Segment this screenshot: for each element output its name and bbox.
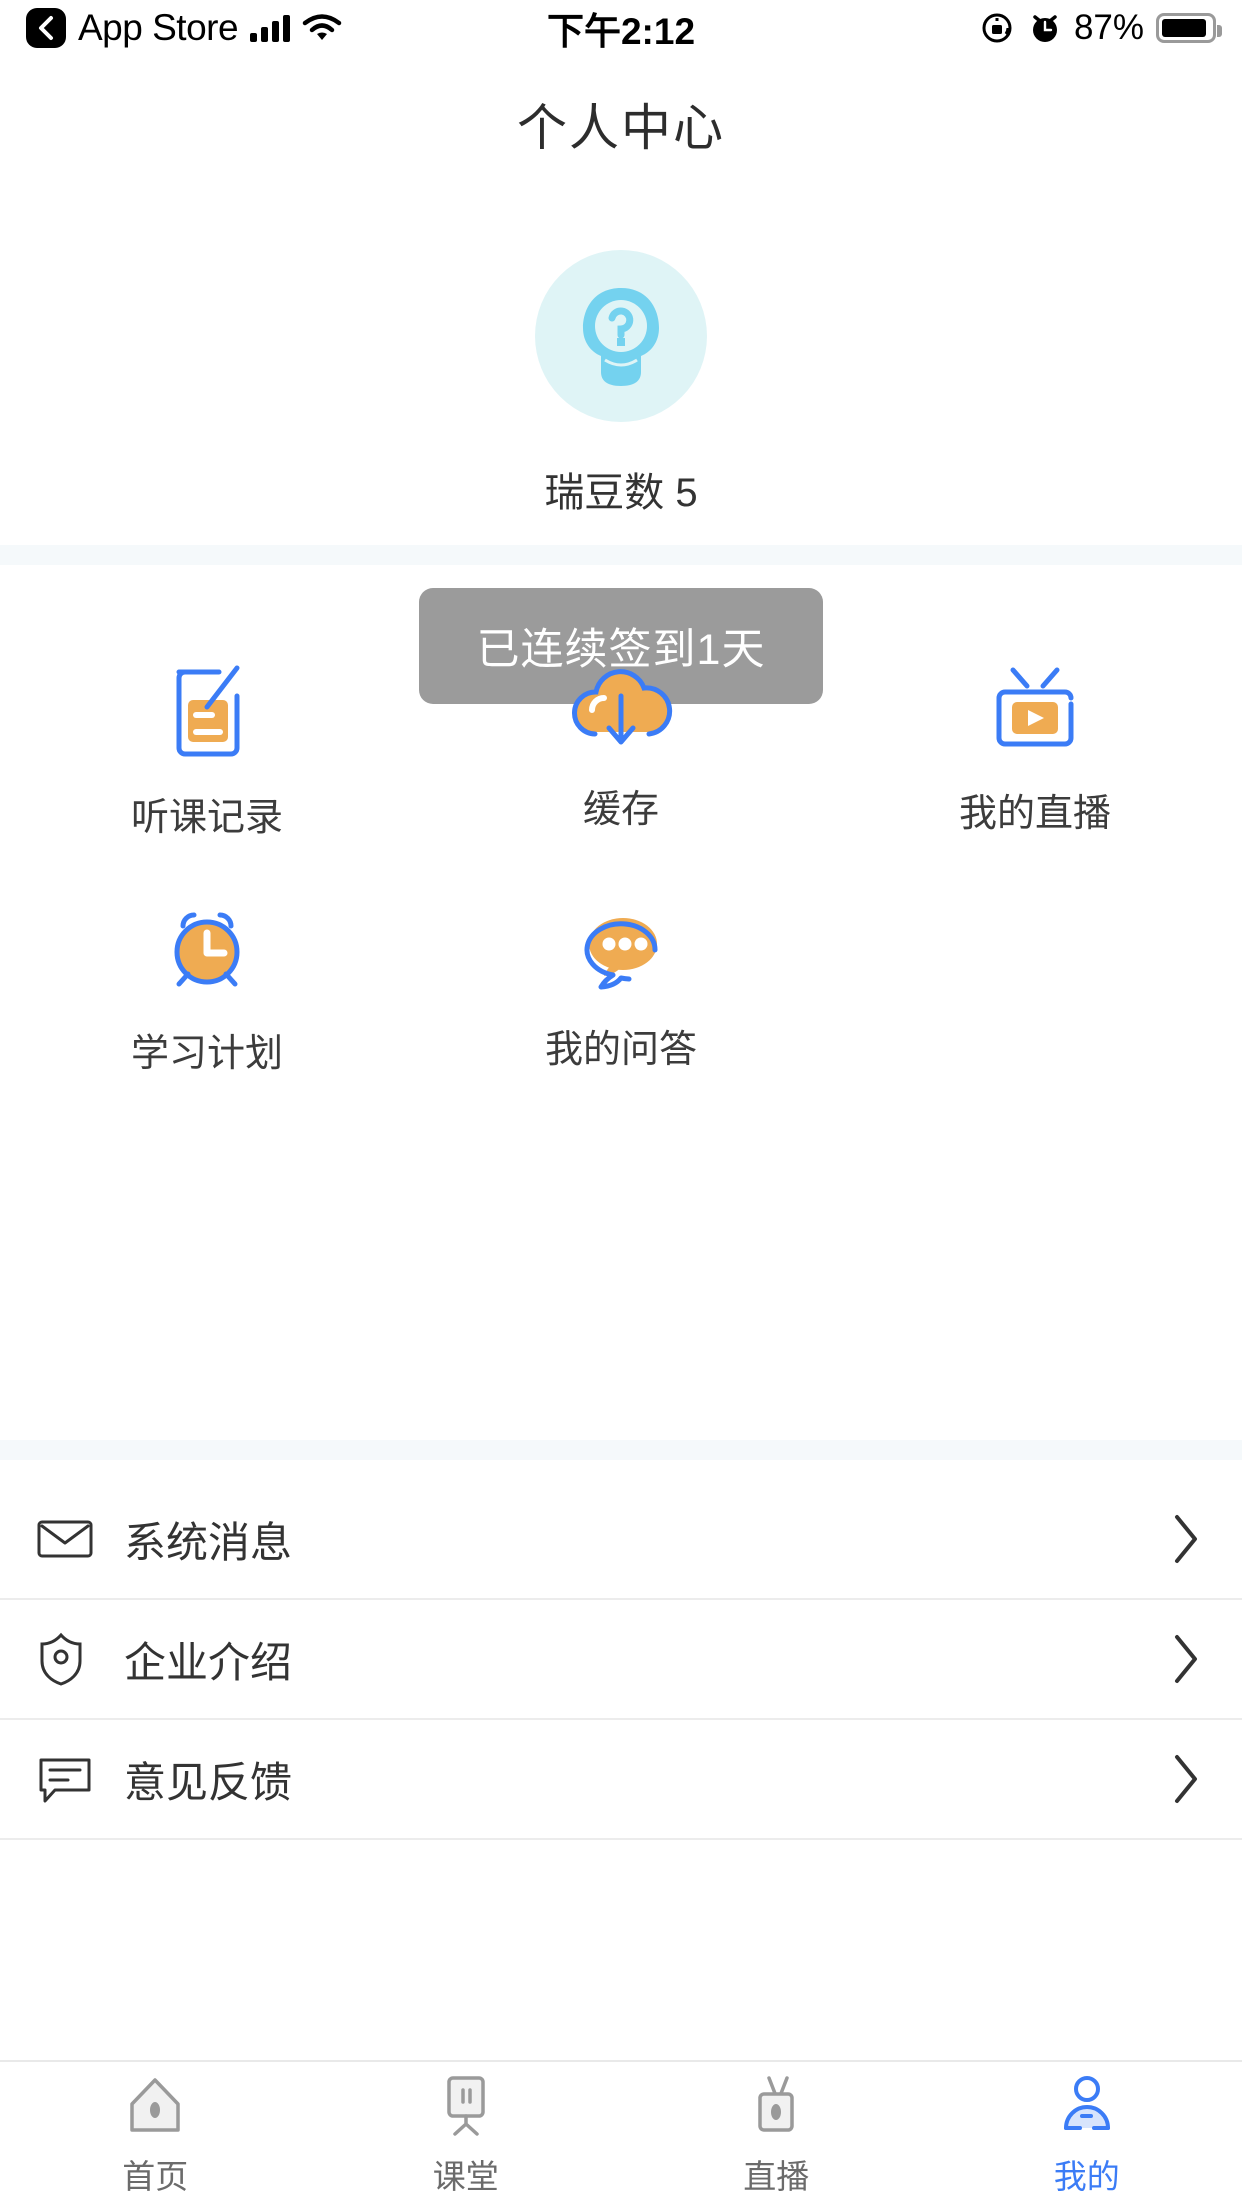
- grid-item-label: 学习计划: [130, 1033, 283, 1075]
- envelope-icon: [36, 1517, 98, 1561]
- feature-grid-row: 听课记录 缓存 我的直播: [0, 600, 1242, 840]
- list-item-system-messages[interactable]: 系统消息: [0, 1480, 1242, 1600]
- alarm-clock-icon: [1032, 15, 1057, 42]
- bean-count-label: 瑞豆数 5: [544, 471, 698, 515]
- person-icon: [1054, 2072, 1120, 2138]
- status-bar-right: 87%: [980, 8, 1222, 48]
- list-item-feedback[interactable]: 意见反馈: [0, 1720, 1242, 1840]
- status-bar-left: App Store: [26, 7, 342, 49]
- chevron-right-icon: [1175, 1515, 1197, 1563]
- shield-icon: [36, 1631, 98, 1687]
- grid-item-label: 我的直播: [958, 793, 1111, 835]
- alarm-clock-icon: [155, 900, 259, 1000]
- avatar-question-icon: [583, 288, 659, 386]
- grid-item-label: 我的问答: [544, 1029, 697, 1071]
- live-tv-icon: [743, 2072, 809, 2138]
- tab-label: 首页: [122, 2158, 189, 2195]
- classroom-board-icon: [433, 2072, 499, 2138]
- tab-classroom[interactable]: 课堂: [311, 2062, 622, 2208]
- rotation-lock-icon: [982, 13, 1012, 43]
- grid-item-empty: [828, 840, 1242, 1080]
- chevron-right-icon: [1175, 1635, 1197, 1683]
- grid-item-cache[interactable]: 缓存: [414, 600, 828, 840]
- status-bar: App Store 下午2:12 87%: [0, 0, 1242, 56]
- wifi-icon: [302, 14, 342, 40]
- grid-item-listening-records[interactable]: 听课记录: [0, 600, 414, 840]
- battery-icon: [1156, 13, 1222, 43]
- section-divider-middle: [0, 1440, 1242, 1460]
- chat-bubble-dots-icon: [569, 900, 673, 996]
- tab-home[interactable]: 首页: [0, 2062, 311, 2208]
- list-item-label: 企业介绍: [124, 1638, 293, 1686]
- grid-item-label: 缓存: [582, 789, 659, 831]
- home-icon: [122, 2072, 188, 2138]
- tv-play-icon: [981, 660, 1089, 760]
- tab-label: 直播: [743, 2158, 810, 2195]
- list-item-label: 系统消息: [124, 1518, 293, 1566]
- tab-live[interactable]: 直播: [621, 2062, 932, 2208]
- tab-label: 我的: [1053, 2158, 1120, 2195]
- grid-item-study-plan[interactable]: 学习计划: [0, 840, 414, 1080]
- cellular-signal-icon: [250, 14, 291, 42]
- tab-label: 课堂: [432, 2158, 499, 2195]
- bottom-tab-bar: 首页 课堂 直播 我的: [0, 2060, 1242, 2208]
- tab-mine[interactable]: 我的: [932, 2062, 1242, 2208]
- page-title: 个人中心: [517, 100, 725, 156]
- cloud-download-icon: [567, 660, 675, 756]
- chevron-left-icon: [39, 16, 53, 40]
- notebook-pen-icon: [157, 660, 257, 764]
- grid-item-my-qa[interactable]: 我的问答: [414, 840, 828, 1080]
- grid-item-label: 听课记录: [130, 797, 283, 839]
- chevron-right-icon: [1175, 1755, 1197, 1803]
- battery-percent-label: 87%: [1073, 8, 1144, 47]
- back-to-app-store-button[interactable]: [26, 8, 66, 48]
- feature-grid: 听课记录 缓存 我的直播 学习计划 我的问答: [0, 600, 1242, 1080]
- avatar[interactable]: [535, 250, 707, 422]
- menu-list: 系统消息 企业介绍 意见反馈: [0, 1480, 1242, 1840]
- list-item-company-intro[interactable]: 企业介绍: [0, 1600, 1242, 1720]
- feedback-comment-icon: [36, 1754, 98, 1804]
- section-divider-top: [0, 545, 1242, 565]
- feature-grid-row: 学习计划 我的问答: [0, 840, 1242, 1080]
- grid-item-my-live[interactable]: 我的直播: [828, 600, 1242, 840]
- list-item-label: 意见反馈: [124, 1758, 293, 1806]
- app-screen: App Store 下午2:12 87% 个人中心 瑞豆数 5 已连续签到1天 …: [0, 0, 1242, 2208]
- status-bar-app-label[interactable]: App Store: [78, 7, 239, 49]
